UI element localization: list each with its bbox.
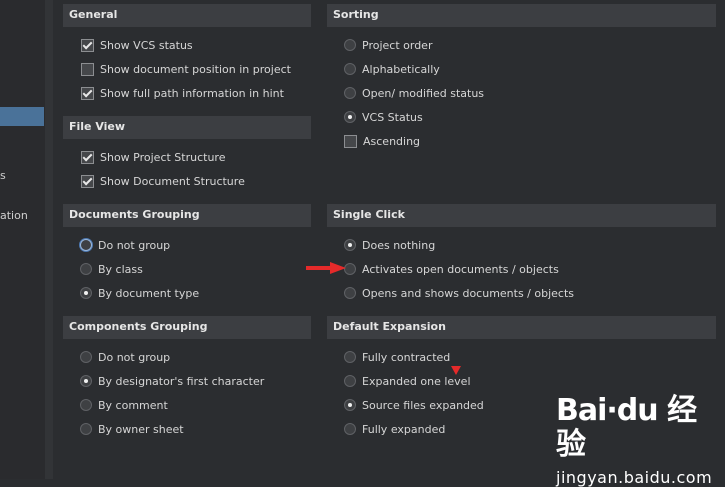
annotation-marker-icon [451,366,461,375]
option-label: Show Project Structure [100,150,226,164]
section-title-file-view: File View [63,116,311,139]
show-document-structure-option[interactable]: Show Document Structure [81,172,245,190]
option-label: Do not group [98,238,171,252]
sidebar-selected-item[interactable] [0,107,44,126]
show-document-position-option[interactable]: Show document position in project [81,60,291,78]
do-not-group-components-option[interactable]: Do not group [80,348,170,366]
do-not-group-documents-option[interactable]: Do not group [80,236,170,254]
radio-button[interactable] [344,399,356,411]
option-label: By designator's first character [98,374,265,388]
option-label: Fully contracted [362,350,451,364]
project-order-option[interactable]: Project order [344,36,432,54]
watermark-url: jingyan.baidu.com [556,468,713,487]
show-project-structure-option[interactable]: Show Project Structure [81,148,225,166]
radio-button[interactable] [344,111,356,123]
by-owner-sheet-option[interactable]: By owner sheet [80,420,184,438]
single-click-section: Single Click [327,204,716,227]
option-label: Show Document Structure [100,174,245,188]
option-label: Expanded one level [362,374,471,388]
radio-button[interactable] [344,287,356,299]
section-title-general: General [63,4,311,27]
checkbox[interactable] [81,38,94,52]
section-title-single-click: Single Click [327,204,716,227]
option-label: Alphabetically [362,62,440,76]
radio-button[interactable] [80,375,92,387]
option-label: VCS Status [362,110,423,124]
watermark: Bai·du 经验 jingyan.baidu.com [556,394,725,487]
show-full-path-option[interactable]: Show full path information in hint [81,84,284,102]
radio-button[interactable] [344,63,356,75]
checkbox[interactable] [81,174,94,188]
radio-button[interactable] [344,87,356,99]
default-expansion-section: Default Expansion [327,316,716,339]
option-label: By document type [98,286,200,300]
by-comment-option[interactable]: By comment [80,396,168,414]
option-label: By comment [98,398,168,412]
option-label: By owner sheet [98,422,184,436]
option-label: Show VCS status [100,38,193,52]
alphabetically-option[interactable]: Alphabetically [344,60,440,78]
radio-button[interactable] [344,39,356,51]
section-title-default-expansion: Default Expansion [327,316,716,339]
option-label: Show document position in project [100,62,291,76]
by-document-type-option[interactable]: By document type [80,284,199,302]
by-class-option[interactable]: By class [80,260,143,278]
radio-button[interactable] [80,351,92,363]
show-vcs-status-option[interactable]: Show VCS status [81,36,193,54]
checkbox[interactable] [81,86,94,100]
documents-grouping-section: Documents Grouping [63,204,311,227]
checkbox[interactable] [81,150,94,164]
option-label: Activates open documents / objects [362,262,559,276]
option-label: Opens and shows documents / objects [362,286,575,300]
vcs-status-option[interactable]: VCS Status [344,108,423,126]
sidebar-divider [45,0,53,479]
section-title-components-grouping: Components Grouping [63,316,311,339]
sidebar-item-fragment[interactable]: ation [0,209,28,222]
checkbox[interactable] [344,134,357,148]
option-label: Show full path information in hint [100,86,284,100]
sidebar-item-fragment[interactable]: s [0,169,6,182]
section-title-documents-grouping: Documents Grouping [63,204,311,227]
section-title-sorting: Sorting [327,4,716,27]
radio-button[interactable] [80,263,92,275]
open-modified-status-option[interactable]: Open/ modified status [344,84,484,102]
option-label: Does nothing [362,238,436,252]
radio-button[interactable] [344,423,356,435]
radio-button[interactable] [80,239,92,251]
by-designator-option[interactable]: By designator's first character [80,372,264,390]
components-grouping-section: Components Grouping [63,316,311,339]
checkbox[interactable] [81,62,94,76]
does-nothing-option[interactable]: Does nothing [344,236,435,254]
option-label: Fully expanded [362,422,446,436]
radio-button[interactable] [344,375,356,387]
general-section: General [63,4,311,27]
option-label: Do not group [98,350,171,364]
activates-open-documents-option[interactable]: Activates open documents / objects [344,260,559,278]
radio-button[interactable] [80,423,92,435]
source-files-expanded-option[interactable]: Source files expanded [344,396,484,414]
option-label: By class [98,262,143,276]
watermark-logo: Bai·du 经验 [556,393,697,462]
option-label: Project order [362,38,433,52]
radio-button[interactable] [80,287,92,299]
fully-contracted-option[interactable]: Fully contracted [344,348,450,366]
opens-and-shows-documents-option[interactable]: Opens and shows documents / objects [344,284,574,302]
option-label: Open/ modified status [362,86,485,100]
radio-button[interactable] [344,239,356,251]
option-label: Ascending [363,134,421,148]
sorting-section: Sorting [327,4,716,27]
ascending-option[interactable]: Ascending [344,132,420,150]
sidebar: s ation [0,0,46,479]
annotation-arrow-icon [306,262,346,274]
radio-button[interactable] [80,399,92,411]
fully-expanded-option[interactable]: Fully expanded [344,420,445,438]
file-view-section: File View [63,116,311,139]
radio-button[interactable] [344,351,356,363]
option-label: Source files expanded [362,398,484,412]
